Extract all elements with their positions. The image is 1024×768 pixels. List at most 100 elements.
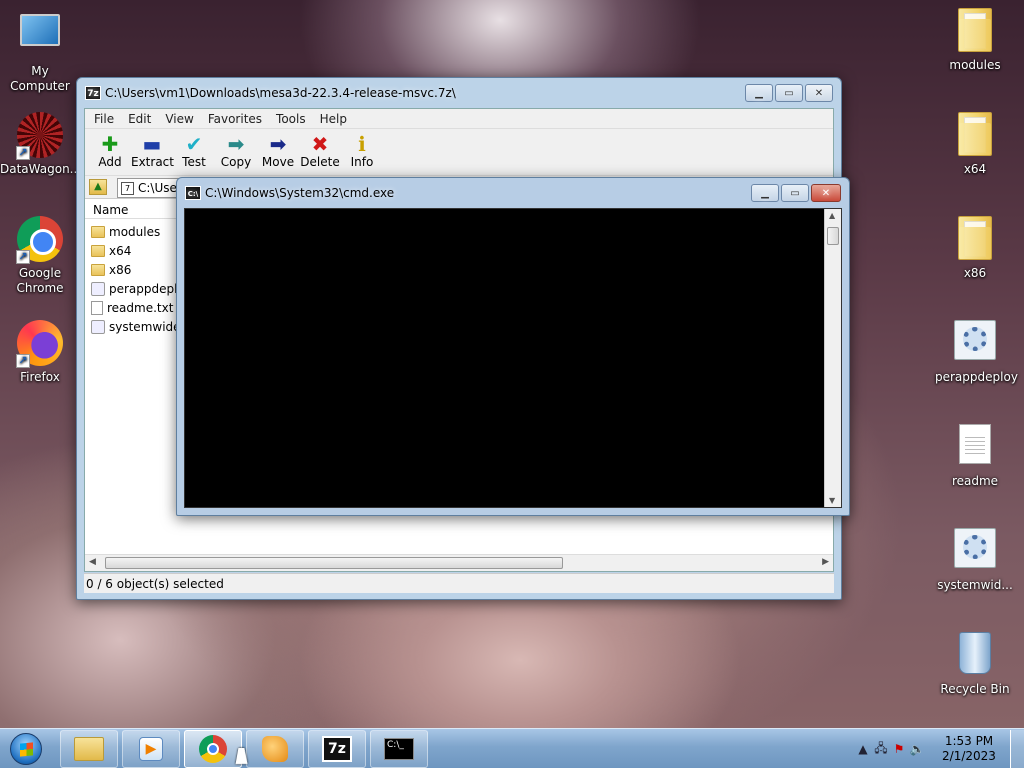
move-label: Move	[261, 155, 295, 169]
shortcut-arrow-icon: ↗	[16, 146, 30, 160]
plus-icon: ✚	[101, 132, 119, 156]
extract-button[interactable]: ▬ Extract	[131, 129, 174, 175]
menu-tools[interactable]: Tools	[269, 109, 313, 128]
sevenzip-app-icon: 7z	[85, 86, 101, 100]
close-button[interactable]: ✕	[805, 84, 833, 102]
status-text: 0 / 6 object(s) selected	[86, 577, 224, 591]
desktop-icon-label: readme	[951, 474, 999, 488]
file-name: x86	[109, 262, 132, 277]
delete-label: Delete	[300, 155, 340, 169]
show-hidden-icons-icon[interactable]: ▲	[854, 742, 872, 756]
folder-icon	[951, 112, 999, 160]
menu-help[interactable]: Help	[313, 109, 354, 128]
move-arrow-icon: ➡	[269, 132, 287, 156]
scroll-up-icon[interactable]: ▲	[829, 211, 835, 220]
folder-icon	[91, 263, 105, 276]
maximize-button[interactable]: ▭	[775, 84, 803, 102]
desktop-icon-readme[interactable]: readme	[935, 424, 1015, 489]
taskbar-cmd[interactable]: C:\_	[370, 729, 428, 768]
file-name: readme.txt	[107, 300, 174, 315]
vertical-scrollbar[interactable]: ▲ ▼	[824, 209, 841, 507]
info-button[interactable]: ℹ Info	[341, 129, 383, 175]
windows-logo-icon	[10, 732, 42, 765]
media-player-icon: ▶	[139, 736, 163, 761]
start-button[interactable]	[6, 729, 46, 768]
desktop-icon-label: My Computer	[10, 64, 70, 93]
menu-view[interactable]: View	[158, 109, 200, 128]
test-label: Test	[182, 155, 206, 169]
text-file-icon	[951, 424, 999, 472]
up-folder-icon[interactable]: ▲	[89, 179, 107, 195]
menu-file[interactable]: File	[87, 109, 121, 128]
volume-icon[interactable]: 🔈	[908, 742, 926, 756]
firefox-icon: ↗	[16, 320, 64, 368]
cmd-title: C:\Windows\System32\cmd.exe	[205, 186, 395, 200]
menu-edit[interactable]: Edit	[121, 109, 158, 128]
cmd-titlebar[interactable]: C:\ C:\Windows\System32\cmd.exe ▁ ▭ ✕	[177, 178, 849, 208]
menu-bar: File Edit View Favorites Tools Help	[85, 109, 833, 129]
chrome-icon	[199, 734, 227, 763]
system-tray: ▲ 🖧 ⚑ 🔈 1:53 PM 2/1/2023	[854, 729, 1024, 768]
shortcut-arrow-icon: ↗	[16, 354, 30, 368]
move-button[interactable]: ➡ Move	[257, 129, 299, 175]
network-icon[interactable]: 🖧	[872, 739, 890, 760]
minimize-button[interactable]: ▁	[751, 184, 779, 202]
desktop-icon-datawagon[interactable]: ↗ DataWagon...	[0, 112, 81, 177]
test-button[interactable]: ✔ Test	[173, 129, 215, 175]
desktop-icon-label: Firefox	[20, 370, 60, 384]
clock[interactable]: 1:53 PM 2/1/2023	[932, 734, 1006, 764]
copy-arrow-icon: ➡	[227, 132, 245, 156]
scroll-thumb[interactable]	[827, 227, 839, 245]
explorer-icon	[74, 736, 104, 761]
desktop-icon-label: Google Chrome	[16, 266, 64, 295]
action-center-flag-icon[interactable]: ⚑	[890, 742, 908, 756]
maximize-button[interactable]: ▭	[781, 184, 809, 202]
cmd-window[interactable]: C:\ C:\Windows\System32\cmd.exe ▁ ▭ ✕ ▲ …	[176, 177, 850, 516]
settings-file-icon	[951, 528, 999, 576]
cmd-app-icon: C:\	[185, 186, 201, 200]
close-button[interactable]: ✕	[811, 184, 841, 202]
horizontal-scrollbar[interactable]: ◀ ▶	[85, 554, 833, 571]
sevenzip-titlebar[interactable]: 7z C:\Users\vm1\Downloads\mesa3d-22.3.4-…	[77, 78, 841, 108]
desktop-icon-x86[interactable]: x86	[935, 216, 1015, 281]
desktop-icon-my-computer[interactable]: My Computer	[0, 8, 80, 94]
taskbar-app-orange[interactable]	[246, 729, 304, 768]
recycle-bin-icon	[951, 632, 999, 680]
desktop-icon-systemwide[interactable]: systemwid...	[935, 528, 1015, 593]
shortcut-arrow-icon: ↗	[16, 250, 30, 264]
scroll-left-icon[interactable]: ◀	[89, 557, 96, 567]
folder-icon	[951, 8, 999, 56]
copy-button[interactable]: ➡ Copy	[215, 129, 257, 175]
add-button[interactable]: ✚ Add	[89, 129, 131, 175]
file-name: x64	[109, 243, 132, 258]
desktop-icon-modules[interactable]: modules	[935, 8, 1015, 73]
console-area[interactable]: ▲ ▼	[184, 208, 842, 508]
taskbar-7zip[interactable]: 7z	[308, 729, 366, 768]
archive-icon: 7	[121, 182, 134, 195]
settings-file-icon	[951, 320, 999, 368]
checkmark-icon: ✔	[185, 132, 203, 156]
taskbar-chrome[interactable]	[184, 729, 242, 768]
desktop-icon-recycle-bin[interactable]: Recycle Bin	[935, 632, 1015, 697]
taskbar-explorer[interactable]	[60, 729, 118, 768]
maximize-icon: ▭	[790, 187, 800, 199]
minimize-icon: ▁	[761, 187, 769, 199]
desktop-icon-x64[interactable]: x64	[935, 112, 1015, 177]
desktop-icon-google-chrome[interactable]: ↗ Google Chrome	[0, 216, 80, 296]
taskbar: ▶ 7z C:\_ ▲ 🖧 ⚑ 🔈 1:53 PM 2/1/2023	[0, 728, 1024, 768]
taskbar-media-player[interactable]: ▶	[122, 729, 180, 768]
show-desktop-button[interactable]	[1010, 730, 1024, 768]
scroll-thumb[interactable]	[105, 557, 563, 569]
add-label: Add	[98, 155, 122, 169]
minimize-button[interactable]: ▁	[745, 84, 773, 102]
desktop-icon-perappdeploy[interactable]: perappdeploy	[935, 320, 1018, 385]
menu-favorites[interactable]: Favorites	[201, 109, 269, 128]
delete-button[interactable]: ✖ Delete	[299, 129, 341, 175]
sevenzip-title: C:\Users\vm1\Downloads\mesa3d-22.3.4-rel…	[105, 86, 456, 100]
scroll-right-icon[interactable]: ▶	[822, 557, 829, 567]
scroll-down-icon[interactable]: ▼	[829, 496, 835, 505]
sevenzip-caption-buttons: ▁ ▭ ✕	[745, 84, 833, 102]
desktop-icon-firefox[interactable]: ↗ Firefox	[0, 320, 80, 385]
close-icon: ✕	[821, 187, 831, 199]
desktop-icon-label: Recycle Bin	[940, 682, 1010, 696]
